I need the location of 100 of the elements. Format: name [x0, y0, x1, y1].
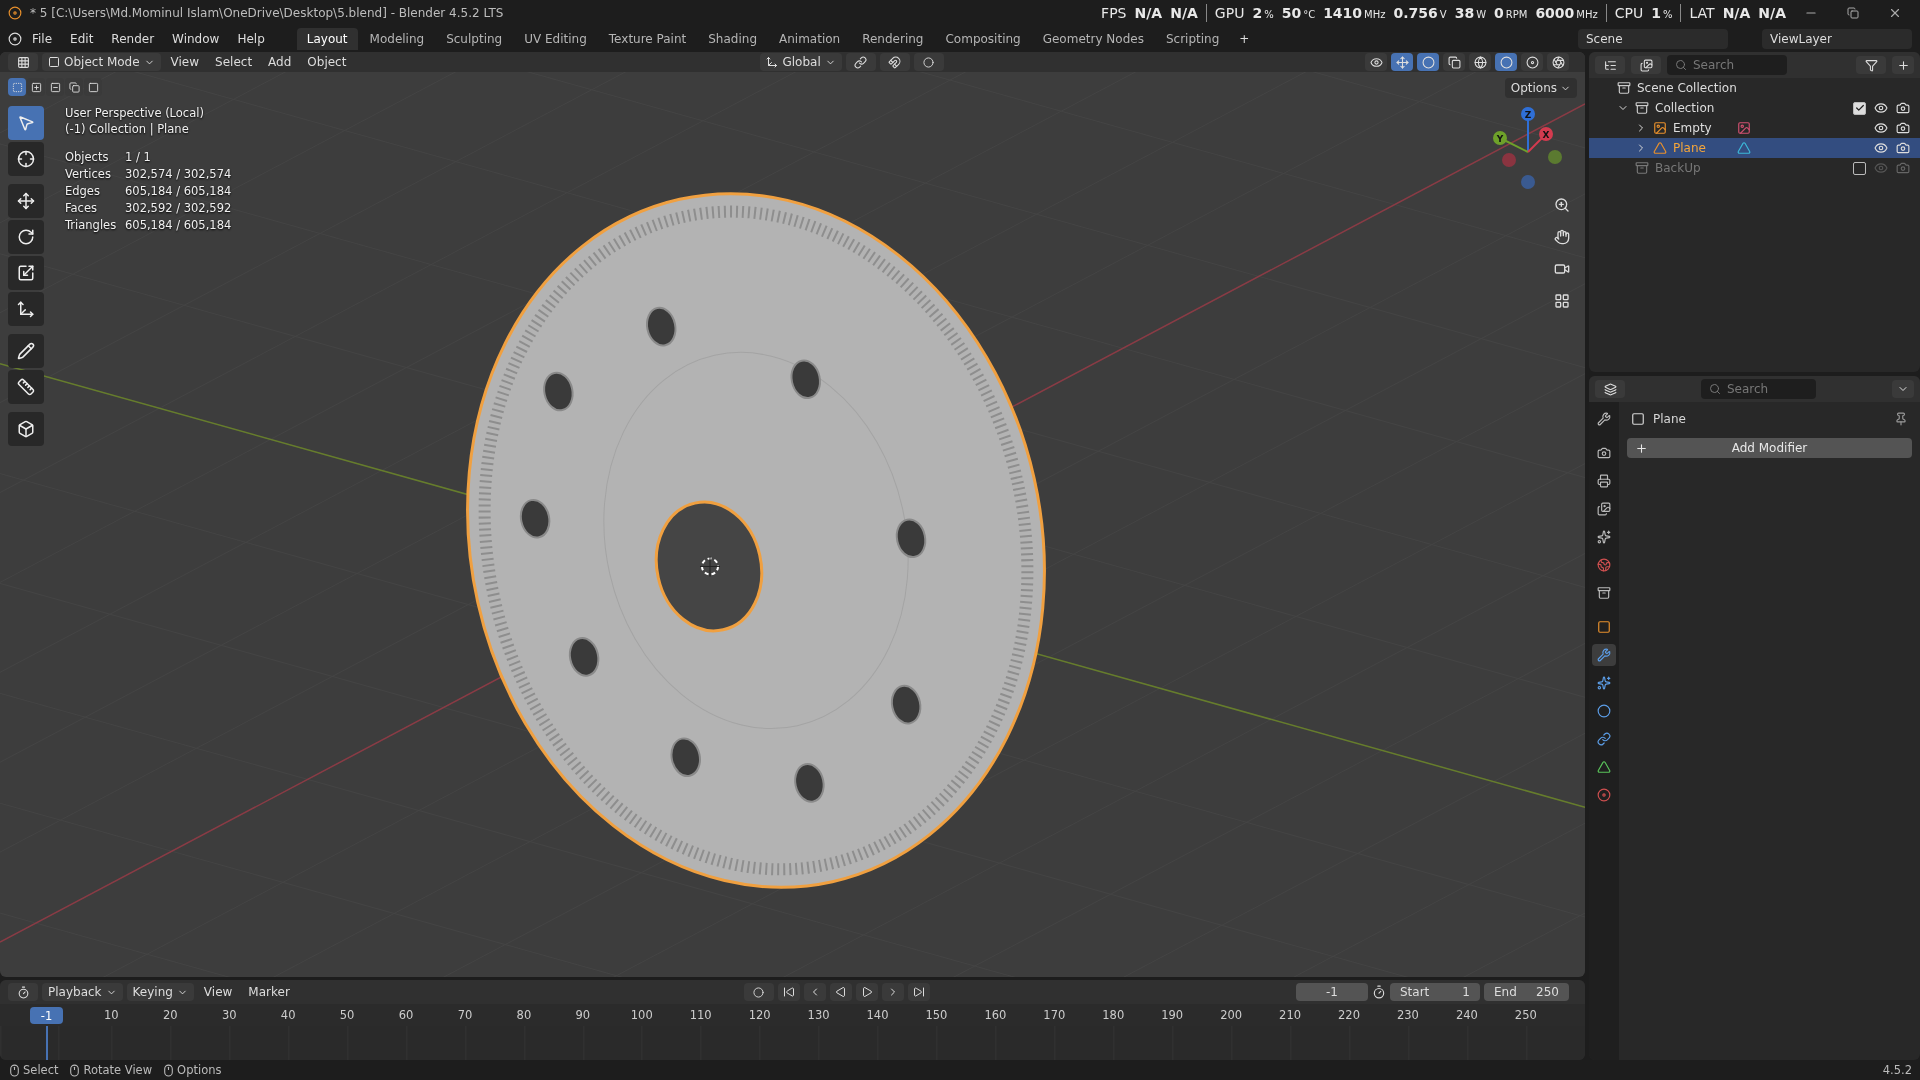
menu-item[interactable]: Render [103, 29, 163, 49]
stopwatch-icon[interactable] [1372, 985, 1386, 999]
negative-axis-handle[interactable] [1502, 153, 1516, 167]
play-reverse-button[interactable] [829, 983, 852, 1001]
rendered-shading-button[interactable] [1547, 53, 1569, 71]
app-menu-icon[interactable] [8, 32, 22, 46]
pivot-button[interactable] [845, 53, 876, 71]
add-workspace-button[interactable]: + [1231, 29, 1258, 49]
images-icon [1639, 58, 1653, 72]
gizmo-toggle-button[interactable] [1391, 53, 1413, 71]
outliner-label[interactable]: Empty [1673, 121, 1731, 135]
options-dropdown[interactable] [1892, 380, 1914, 398]
cursor-tool-button[interactable] [8, 142, 44, 176]
viewport-menu[interactable]: Add [262, 53, 298, 71]
workspace-tab[interactable]: Compositing [935, 28, 1031, 50]
add-modifier-button[interactable]: Add Modifier [1627, 438, 1912, 458]
new-collection-button[interactable] [1892, 56, 1914, 74]
view-layer-field[interactable]: ViewLayer [1762, 29, 1912, 49]
search-field[interactable]: Search [1667, 55, 1787, 75]
add-cube-tool-button[interactable] [8, 412, 44, 446]
annotate-tool-button[interactable] [8, 334, 44, 368]
outliner-row[interactable]: Collection [1589, 98, 1920, 118]
outliner-label[interactable]: Plane [1673, 141, 1731, 155]
jump-end-button[interactable] [907, 983, 930, 1001]
eye-icon[interactable] [1874, 101, 1888, 115]
modifiers-tab[interactable] [1592, 644, 1616, 666]
pin-icon[interactable] [1894, 412, 1908, 426]
editor-type-button[interactable] [8, 983, 38, 1001]
viewport-menu[interactable]: View [164, 53, 206, 71]
timeline-menu[interactable]: Marker [242, 983, 296, 1001]
jump-start-button[interactable] [777, 983, 800, 1001]
axis-handle[interactable]: Z [1521, 107, 1535, 153]
editor-type-button[interactable] [1595, 380, 1625, 398]
scene-field[interactable]: Scene [1578, 29, 1728, 49]
solid-shading-button[interactable] [1495, 53, 1517, 71]
current-frame-field[interactable]: -1 [1296, 983, 1368, 1001]
workspace-tab[interactable]: Layout [296, 28, 358, 50]
viewport-menu[interactable]: Object [301, 53, 353, 71]
workspace-tab[interactable]: Sculpting [436, 28, 513, 50]
orientation-dropdown[interactable]: Global [760, 53, 842, 71]
material-shading-button[interactable] [1521, 53, 1543, 71]
viewport-menu[interactable]: Select [209, 53, 259, 71]
measure-tool-button[interactable] [8, 370, 44, 404]
workspace-tab[interactable]: Modeling [359, 28, 435, 50]
eye-icon[interactable] [1874, 121, 1888, 135]
restore-icon[interactable] [1847, 7, 1859, 19]
timeline-menu[interactable]: Keying [126, 983, 194, 1001]
outliner-label[interactable]: Collection [1655, 101, 1715, 115]
workspace-tab[interactable]: Animation [769, 28, 851, 50]
display-mode-button[interactable] [1595, 56, 1625, 74]
menu-item[interactable]: File [24, 29, 61, 49]
current-frame-marker[interactable]: -1 [30, 1007, 63, 1024]
negative-axis-handle[interactable] [1521, 175, 1535, 189]
exclude-checkbox[interactable] [1853, 101, 1866, 115]
workspace-tab[interactable]: UV Editing [514, 28, 597, 50]
editor-type-button[interactable] [8, 53, 38, 71]
outliner-row[interactable]: Plane [1589, 138, 1920, 158]
filter-view-button[interactable] [1631, 56, 1661, 74]
auto-key-button[interactable] [743, 983, 774, 1001]
filter-button[interactable] [1856, 56, 1886, 74]
mode-dropdown[interactable]: Object Mode [42, 53, 161, 71]
workspace-tab[interactable]: Shading [698, 28, 767, 50]
scale-tool-button[interactable] [8, 256, 44, 290]
axis-handle[interactable]: X [1527, 127, 1553, 153]
menu-item[interactable]: Edit [62, 29, 102, 49]
proportional-edit-button[interactable] [913, 53, 944, 71]
workspace-tab[interactable]: Scripting [1155, 28, 1230, 50]
negative-axis-handle[interactable] [1548, 150, 1562, 164]
select-tool-button[interactable] [8, 106, 44, 140]
eye-icon[interactable] [1874, 141, 1888, 155]
wireframe-shading-button[interactable] [1469, 53, 1491, 71]
search-field[interactable]: Search [1701, 379, 1816, 399]
outliner-row[interactable]: Empty [1589, 118, 1920, 138]
end-frame-field[interactable]: End 250 [1484, 983, 1569, 1001]
play-button[interactable] [855, 983, 878, 1001]
timeline-menu[interactable]: View [197, 983, 239, 1001]
menu-item[interactable]: Window [164, 29, 228, 49]
timeline-menu[interactable]: Playback [42, 983, 123, 1001]
options-button[interactable]: Options [1504, 78, 1577, 98]
circle-icon [923, 56, 935, 68]
prev-keyframe-button[interactable] [803, 983, 826, 1001]
outliner-row[interactable]: Scene Collection [1589, 78, 1920, 98]
transform-tool-button[interactable] [8, 292, 44, 326]
visibility-button[interactable] [1365, 53, 1387, 71]
move-tool-button[interactable] [8, 184, 44, 218]
xray-button[interactable] [1443, 53, 1465, 71]
workspace-tab[interactable]: Geometry Nodes [1032, 28, 1154, 50]
overlays-button[interactable] [1417, 53, 1439, 71]
workspace-tab[interactable]: Rendering [852, 28, 934, 50]
workspace-tab[interactable]: Texture Paint [598, 28, 697, 50]
rotate-tool-button[interactable] [8, 220, 44, 254]
axis-handle[interactable]: Y [1493, 131, 1529, 153]
snap-button[interactable] [879, 53, 910, 71]
start-frame-field[interactable]: Start 1 [1390, 983, 1480, 1001]
close-icon[interactable] [1888, 6, 1902, 20]
next-keyframe-button[interactable] [881, 983, 904, 1001]
exclude-checkbox[interactable] [1853, 161, 1866, 175]
selection-mode-button[interactable] [8, 78, 26, 96]
outliner-label[interactable]: Scene Collection [1637, 81, 1737, 95]
menu-item[interactable]: Help [229, 29, 273, 49]
